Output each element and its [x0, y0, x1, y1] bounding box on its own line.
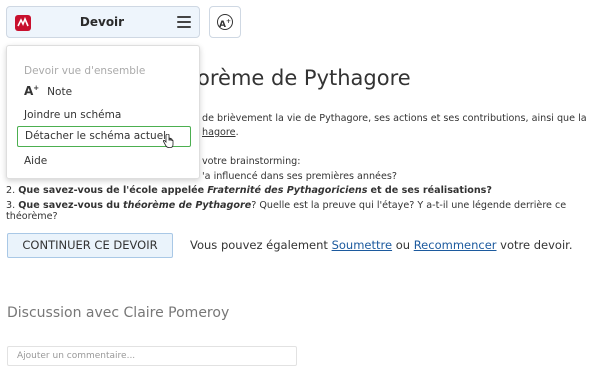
menu-header: Devoir vue d'ensemble [24, 65, 146, 77]
alternative-actions: Vous pouvez également Soumettre ou Recom… [190, 238, 573, 252]
font-size-button[interactable]: A+ [209, 6, 241, 38]
discussion-title: Discussion avec Claire Pomeroy [7, 305, 230, 321]
menu-item-help[interactable]: Aide [24, 155, 47, 167]
intro-text-2: hagore. [202, 127, 239, 138]
restart-link[interactable]: Recommencer [414, 238, 497, 252]
app-logo-icon [15, 15, 31, 31]
assignment-toolbar[interactable]: Devoir [6, 6, 200, 38]
question-2: 2. Que savez-vous de l'école appelée Fra… [6, 185, 492, 196]
font-size-icon: A+ [217, 14, 233, 30]
questions-intro: votre brainstorming: [202, 156, 301, 167]
question-1: 'a influencé dans ses premières années? [202, 171, 397, 182]
comment-input[interactable]: Ajouter un commentaire... [7, 346, 297, 366]
question-3: 3. Que savez-vous du théorème de Pythago… [6, 200, 567, 222]
continue-assignment-button[interactable]: CONTINUER CE DEVOIR [7, 233, 173, 258]
pythagore-link[interactable]: hagore [202, 127, 236, 138]
assignment-menu-dropdown: Devoir vue d'ensemble A+ Note Joindre un … [6, 45, 200, 179]
hand-cursor-icon [162, 134, 174, 148]
intro-text: de brièvement la vie de Pythagore, ses a… [202, 113, 587, 124]
menu-item-note[interactable]: A+ Note [24, 84, 72, 98]
toolbar-title: Devoir [79, 15, 125, 29]
hamburger-menu-icon[interactable] [177, 16, 191, 28]
page-title: orème de Pythagore [197, 66, 411, 90]
grade-icon: A+ [24, 84, 40, 98]
submit-link[interactable]: Soumettre [332, 238, 392, 252]
menu-item-attach-diagram[interactable]: Joindre un schéma [24, 109, 121, 121]
